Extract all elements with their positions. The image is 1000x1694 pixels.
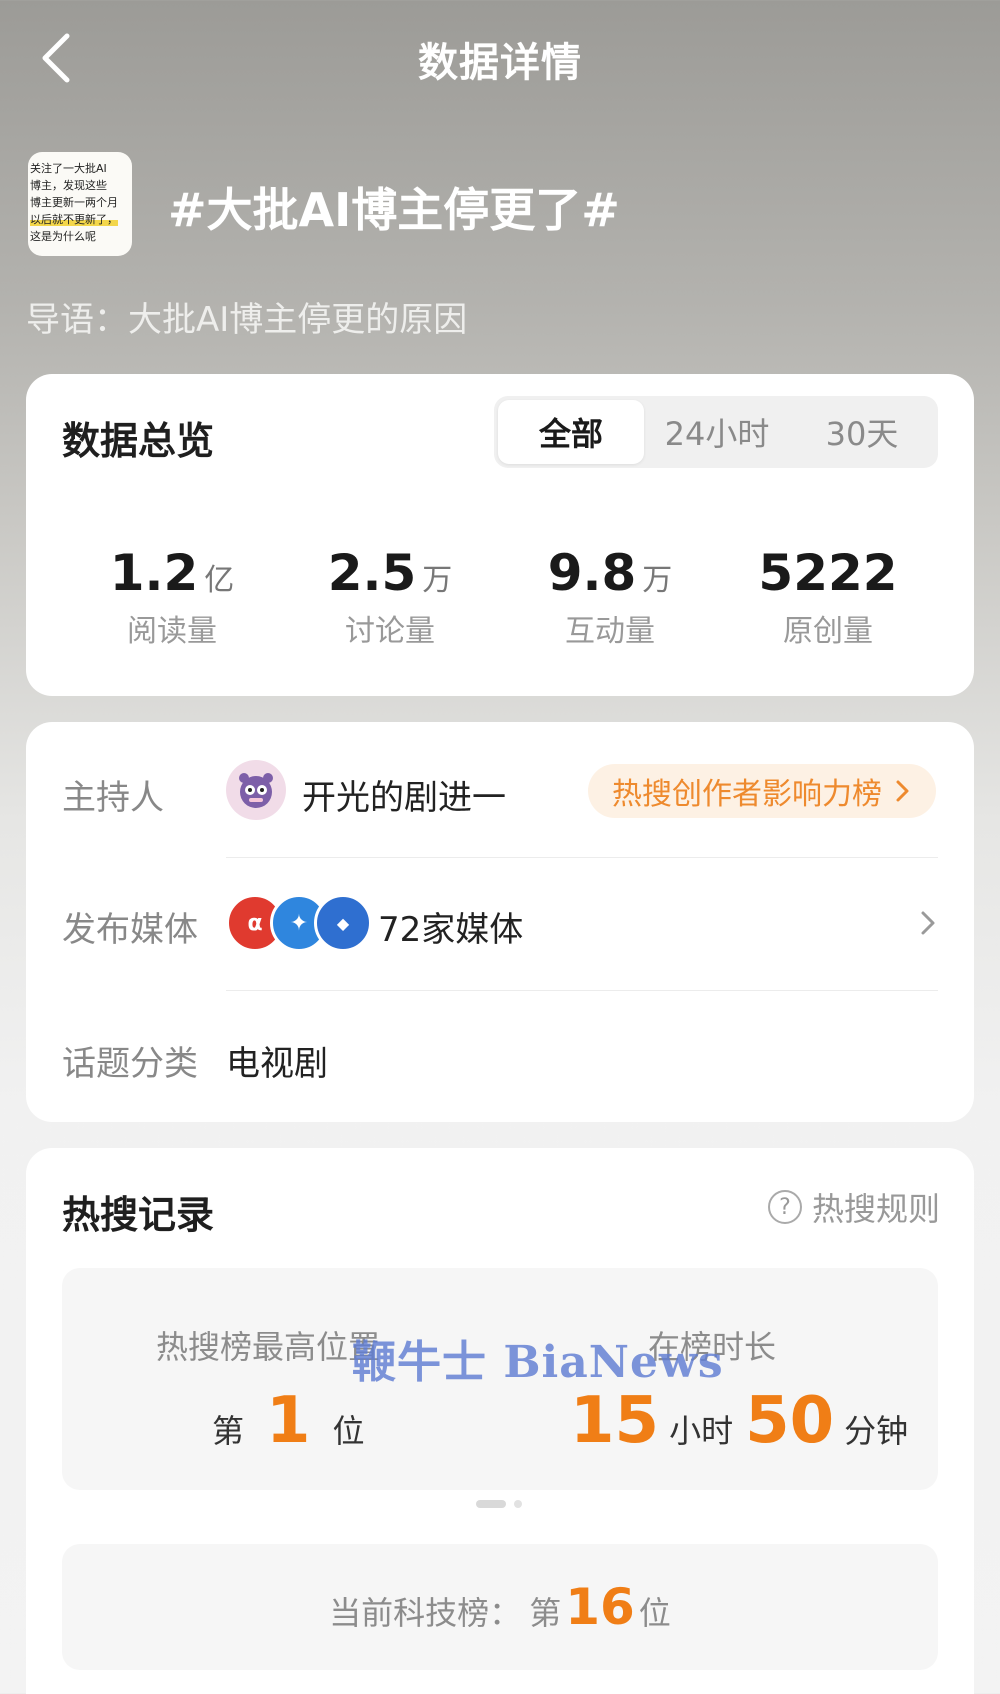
help-icon: ? [768, 1190, 802, 1224]
host-name[interactable]: 开光的剧进一 [302, 770, 506, 819]
thumbnail-text: 博主更新一两个月 [30, 196, 118, 209]
stat-interactions: 9.8 万 互动量 [500, 544, 720, 650]
current-rank: 当前科技榜： 第 16 位 [329, 1578, 671, 1636]
category-label: 话题分类 [62, 1044, 198, 1084]
page-title: 数据详情 [418, 40, 582, 86]
divider [226, 990, 938, 991]
chevron-right-icon [896, 780, 909, 802]
overview-title: 数据总览 [62, 419, 215, 463]
media-logo-icon: ◆ [314, 894, 372, 952]
stat-label: 阅读量 [127, 614, 217, 649]
current-rank-label: 当前科技榜： [329, 1594, 522, 1632]
stat-unit: 万 [642, 563, 673, 598]
badge-label: 热搜创作者影响力榜 [612, 777, 882, 812]
thumbnail-text: 博主，发现这些 [30, 179, 107, 192]
stat-value: 2.5 [327, 544, 417, 602]
time-range-tabs: 全部 24小时 30天 [494, 396, 938, 468]
current-rank-suffix: 位 [638, 1594, 671, 1632]
watermark-text: 鞭牛士 BiaNews [352, 1337, 724, 1388]
tab-30d[interactable]: 30天 [790, 400, 934, 464]
media-icons: α ✦ ◆ [226, 894, 372, 952]
topic-guide: 导语：大批AI博主停更的原因 [26, 300, 468, 340]
host-avatar-icon [239, 773, 273, 808]
page-dot-active [476, 1500, 506, 1508]
peak-number: 1 [266, 1384, 311, 1458]
avatar[interactable] [226, 760, 286, 820]
stat-value: 5222 [758, 544, 898, 602]
creator-influence-rank-link[interactable]: 热搜创作者影响力榜 [588, 764, 936, 818]
duration-minutes: 50 [745, 1384, 835, 1458]
hot-search-title: 热搜记录 [62, 1193, 215, 1237]
topic-thumbnail: 关注了一大批AI 博主，发现这些 博主更新一两个月 以后就不更新了， 这是为什么… [28, 152, 132, 256]
thumbnail-text: 关注了一大批AI [30, 162, 107, 175]
minutes-unit: 分钟 [844, 1412, 909, 1450]
category-value: 电视剧 [226, 1044, 328, 1084]
chevron-right-icon [921, 911, 935, 935]
peak-position-value: 第 1 位 [212, 1384, 365, 1458]
host-label: 主持人 [62, 778, 164, 818]
stat-reads: 1.2 亿 阅读量 [62, 544, 282, 650]
peak-suffix: 位 [332, 1412, 365, 1450]
stat-discussions: 2.5 万 讨论量 [280, 544, 500, 650]
page-dot [514, 1500, 522, 1508]
stat-label: 互动量 [565, 614, 655, 649]
page-indicator [476, 1500, 522, 1508]
thumbnail-text: 以后就不更新了， [30, 213, 118, 226]
tab-24h[interactable]: 24小时 [644, 400, 790, 464]
duration-hours: 15 [570, 1384, 660, 1458]
hot-search-rules-link[interactable]: ? 热搜规则 [768, 1184, 940, 1230]
stat-value: 9.8 [547, 544, 637, 602]
stat-originals: 5222 原创量 [718, 544, 938, 650]
rules-label: 热搜规则 [812, 1190, 941, 1228]
tab-all[interactable]: 全部 [498, 400, 644, 464]
current-rank-number: 16 [565, 1578, 635, 1636]
stat-value: 1.2 [109, 544, 199, 602]
stat-unit: 亿 [204, 563, 235, 598]
stat-unit: 万 [422, 563, 453, 598]
peak-position-label: 热搜榜最高位置 [156, 1328, 381, 1366]
current-rank-prefix: 第 [529, 1594, 562, 1632]
duration-value: 15 小时 50 分钟 [570, 1384, 908, 1458]
thumbnail-text: 这是为什么呢 [30, 230, 96, 243]
stat-label: 原创量 [783, 614, 873, 649]
peak-prefix: 第 [212, 1412, 245, 1450]
hours-unit: 小时 [669, 1412, 734, 1450]
stat-label: 讨论量 [345, 614, 435, 649]
current-rank-box: 当前科技榜： 第 16 位 [62, 1544, 938, 1670]
media-count: 72家媒体 [378, 910, 524, 950]
topic-title: #大批AI博主停更了# [168, 183, 620, 237]
divider [226, 857, 938, 858]
media-label: 发布媒体 [62, 910, 198, 950]
